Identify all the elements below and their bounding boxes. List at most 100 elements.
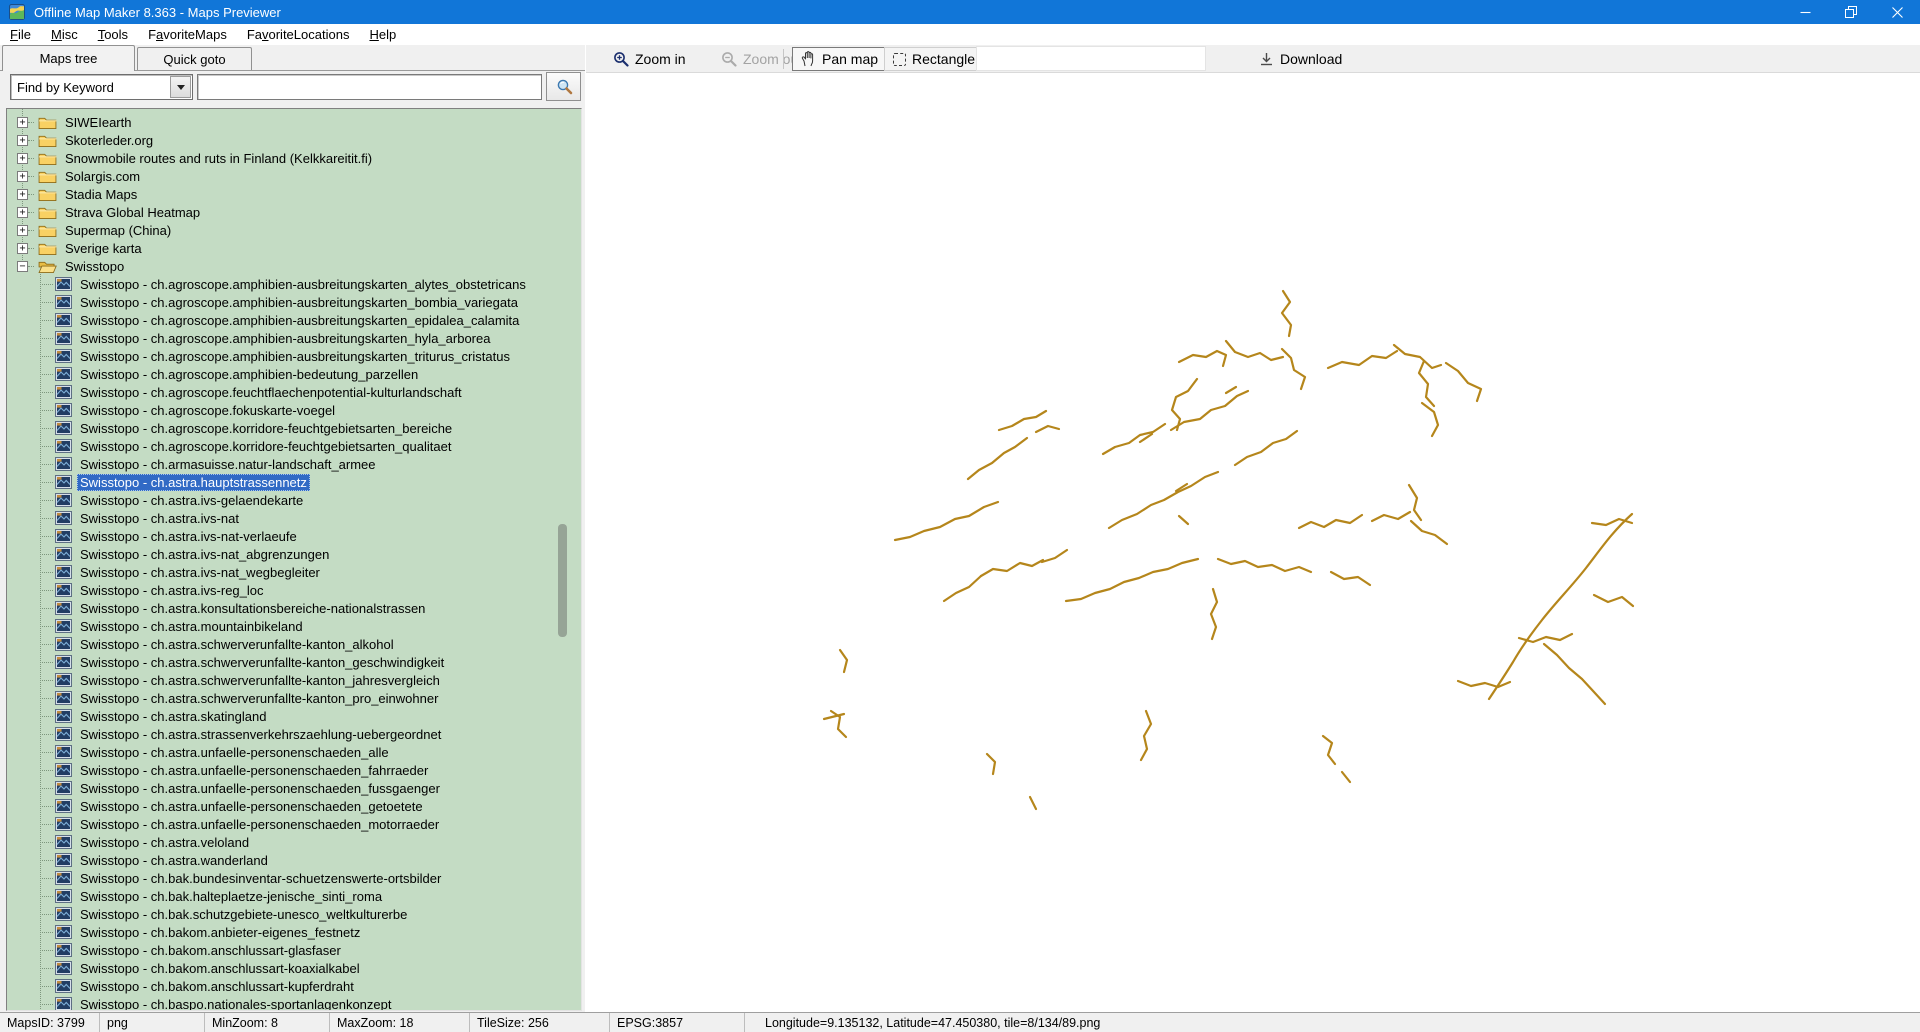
tree-map-item[interactable]: Swisstopo - ch.astra.ivs-nat (7, 509, 581, 527)
map-layer-icon (55, 349, 72, 363)
menu-file[interactable]: File (0, 25, 41, 44)
rectangle-button[interactable]: Rectangle (884, 47, 984, 71)
tree-map-item[interactable]: Swisstopo - ch.agroscope.amphibien-ausbr… (7, 293, 581, 311)
tree-map-item[interactable]: Swisstopo - ch.astra.ivs-gelaendekarte (7, 491, 581, 509)
map-layer-icon (55, 547, 72, 561)
tree-map-item[interactable]: Swisstopo - ch.astra.schwerverunfallte-k… (7, 635, 581, 653)
tree-item-label: Swisstopo - ch.astra.unfaelle-personensc… (77, 780, 443, 797)
tree-map-item[interactable]: Swisstopo - ch.agroscope.feuchtflaechenp… (7, 383, 581, 401)
tab-maps-tree[interactable]: Maps tree (2, 45, 135, 71)
tree-map-item[interactable]: Swisstopo - ch.agroscope.amphibien-ausbr… (7, 347, 581, 365)
tree-map-item[interactable]: Swisstopo - ch.astra.ivs-nat_wegbegleite… (7, 563, 581, 581)
tree-map-item[interactable]: Swisstopo - ch.astra.mountainbikeland (7, 617, 581, 635)
expand-icon[interactable]: + (17, 117, 28, 128)
tree-map-item[interactable]: Swisstopo - ch.agroscope.amphibien-ausbr… (7, 329, 581, 347)
tree-map-item[interactable]: Swisstopo - ch.bakom.anschlussart-kupfer… (7, 977, 581, 995)
collapse-icon[interactable]: − (17, 261, 28, 272)
tree-item-label: Swisstopo - ch.astra.ivs-nat_wegbegleite… (77, 564, 323, 581)
tree-map-item[interactable]: Swisstopo - ch.bakom.anschlussart-koaxia… (7, 959, 581, 977)
find-mode-select[interactable]: Find by Keyword (10, 74, 193, 100)
tree-folder-skoterleder-org[interactable]: +Skoterleder.org (7, 131, 581, 149)
menu-favoritelocations[interactable]: FavoriteLocations (237, 25, 360, 44)
tree-map-item[interactable]: Swisstopo - ch.bak.halteplaetze-jenische… (7, 887, 581, 905)
tree-map-item[interactable]: Swisstopo - ch.astra.ivs-nat_abgrenzunge… (7, 545, 581, 563)
tree-map-item[interactable]: Swisstopo - ch.armasuisse.natur-landscha… (7, 455, 581, 473)
tree-map-item[interactable]: Swisstopo - ch.astra.unfaelle-personensc… (7, 797, 581, 815)
tree-folder-snowmobile-routes-and-ruts-in-finland-kelkkareitit-fi-[interactable]: +Snowmobile routes and ruts in Finland (… (7, 149, 581, 167)
tab-quick-goto[interactable]: Quick goto (137, 47, 252, 70)
tree-map-item[interactable]: Swisstopo - ch.agroscope.korridore-feuch… (7, 437, 581, 455)
tree-map-item[interactable]: Swisstopo - ch.agroscope.amphibien-bedeu… (7, 365, 581, 383)
pan-map-button[interactable]: Pan map (792, 47, 887, 71)
menu-help[interactable]: Help (359, 25, 406, 44)
expand-icon[interactable]: + (17, 135, 28, 146)
zoom-in-button[interactable]: Zoom in (604, 47, 695, 71)
tree-map-item[interactable]: Swisstopo - ch.astra.konsultationsbereic… (7, 599, 581, 617)
tree-map-item[interactable]: Swisstopo - ch.astra.ivs-reg_loc (7, 581, 581, 599)
tree-folder-sverige-karta[interactable]: + Sverige karta (7, 239, 581, 257)
map-viewport[interactable] (586, 73, 1920, 1012)
toolbar-input[interactable] (976, 46, 1206, 71)
expand-icon[interactable]: + (17, 225, 28, 236)
expand-icon[interactable]: + (17, 243, 28, 254)
menu-tools[interactable]: Tools (88, 25, 138, 44)
tree-connector (40, 554, 53, 555)
tree-map-item[interactable]: Swisstopo - ch.bakom.anschlussart-glasfa… (7, 941, 581, 959)
tree-map-item[interactable]: Swisstopo - ch.agroscope.amphibien-ausbr… (7, 275, 581, 293)
tree-map-item[interactable]: Swisstopo - ch.astra.ivs-nat-verlaeufe (7, 527, 581, 545)
tree-map-item[interactable]: Swisstopo - ch.astra.skatingland (7, 707, 581, 725)
keyword-input[interactable] (197, 74, 542, 100)
close-button[interactable] (1874, 0, 1920, 24)
tree-map-item[interactable]: Swisstopo - ch.astra.unfaelle-personensc… (7, 761, 581, 779)
tree-map-item[interactable]: Swisstopo - ch.astra.schwerverunfallte-k… (7, 689, 581, 707)
tree-folder-swisstopo[interactable]: −Swisstopo (7, 257, 581, 275)
folder-icon (38, 223, 57, 238)
tree-map-item[interactable]: Swisstopo - ch.agroscope.fokuskarte-voeg… (7, 401, 581, 419)
tree-map-item[interactable]: Swisstopo - ch.bak.schutzgebiete-unesco_… (7, 905, 581, 923)
menu-misc[interactable]: Misc (41, 25, 88, 44)
tree-connector (40, 518, 53, 519)
road-line (1226, 387, 1236, 393)
tree-map-item[interactable]: Swisstopo - ch.astra.unfaelle-personensc… (7, 815, 581, 833)
tree-map-item[interactable]: Swisstopo - ch.agroscope.korridore-feuch… (7, 419, 581, 437)
tree-connector (40, 806, 53, 807)
tree-map-item[interactable]: Swisstopo - ch.astra.schwerverunfallte-k… (7, 671, 581, 689)
tree-folder-stadia-maps[interactable]: +Stadia Maps (7, 185, 581, 203)
tree-map-item[interactable]: Swisstopo - ch.astra.schwerverunfallte-k… (7, 653, 581, 671)
expand-icon[interactable]: + (17, 189, 28, 200)
tree-item-label: Swisstopo - ch.astra.strassenverkehrszae… (77, 726, 444, 743)
tree-map-item[interactable]: Swisstopo - ch.astra.unfaelle-personensc… (7, 743, 581, 761)
minimize-button[interactable] (1782, 0, 1828, 24)
tree-folder-strava-global-heatmap[interactable]: + Strava Global Heatmap (7, 203, 581, 221)
tree-folder-siweiearth[interactable]: +SIWEIearth (7, 113, 581, 131)
download-button[interactable]: Download (1250, 47, 1351, 71)
tree-item-label: Swisstopo - ch.bak.schutzgebiete-unesco_… (77, 906, 410, 923)
tree-map-item[interactable]: Swisstopo - ch.astra.veloland (7, 833, 581, 851)
tree-map-item[interactable]: Swisstopo - ch.bak.bundesinventar-schuet… (7, 869, 581, 887)
find-mode-dropdown-button[interactable] (170, 76, 191, 98)
expand-icon[interactable]: + (17, 207, 28, 218)
expand-icon[interactable]: + (17, 171, 28, 182)
app-window: Offline Map Maker 8.363 - Maps Previewer… (0, 0, 1920, 1032)
tree-map-item[interactable]: Swisstopo - ch.astra.unfaelle-personensc… (7, 779, 581, 797)
search-button[interactable] (546, 72, 581, 101)
tree-item-label: Swisstopo - ch.astra.unfaelle-personensc… (77, 762, 431, 779)
tree-scrollbar-thumb[interactable] (558, 524, 567, 637)
tree-map-item[interactable]: Swisstopo - ch.bakom.anbieter-eigenes_fe… (7, 923, 581, 941)
tree-map-item[interactable]: Swisstopo - ch.agroscope.amphibien-ausbr… (7, 311, 581, 329)
map-layer-icon (55, 565, 72, 579)
tree-folder-label: Sverige karta (62, 240, 145, 257)
tree-map-item[interactable]: Swisstopo - ch.astra.wanderland (7, 851, 581, 869)
map-layer-icon (55, 439, 72, 453)
tree-map-item[interactable]: Swisstopo - ch.astra.hauptstrassennetz (7, 473, 581, 491)
map-layer-icon (55, 457, 72, 471)
tree-folder-solargis-com[interactable]: +Solargis.com (7, 167, 581, 185)
tree-map-item[interactable]: Swisstopo - ch.baspo.nationales-sportanl… (7, 995, 581, 1011)
tree-folder-label: Strava Global Heatmap (62, 204, 203, 221)
maps-tree[interactable]: +SIWEIearth+Skoterleder.org+Snowmobile r… (6, 108, 582, 1011)
tree-map-item[interactable]: Swisstopo - ch.astra.strassenverkehrszae… (7, 725, 581, 743)
tree-folder-supermap-china-[interactable]: +Supermap (China) (7, 221, 581, 239)
restore-button[interactable] (1828, 0, 1874, 24)
expand-icon[interactable]: + (17, 153, 28, 164)
menu-favoritemaps[interactable]: FavoriteMaps (138, 25, 237, 44)
